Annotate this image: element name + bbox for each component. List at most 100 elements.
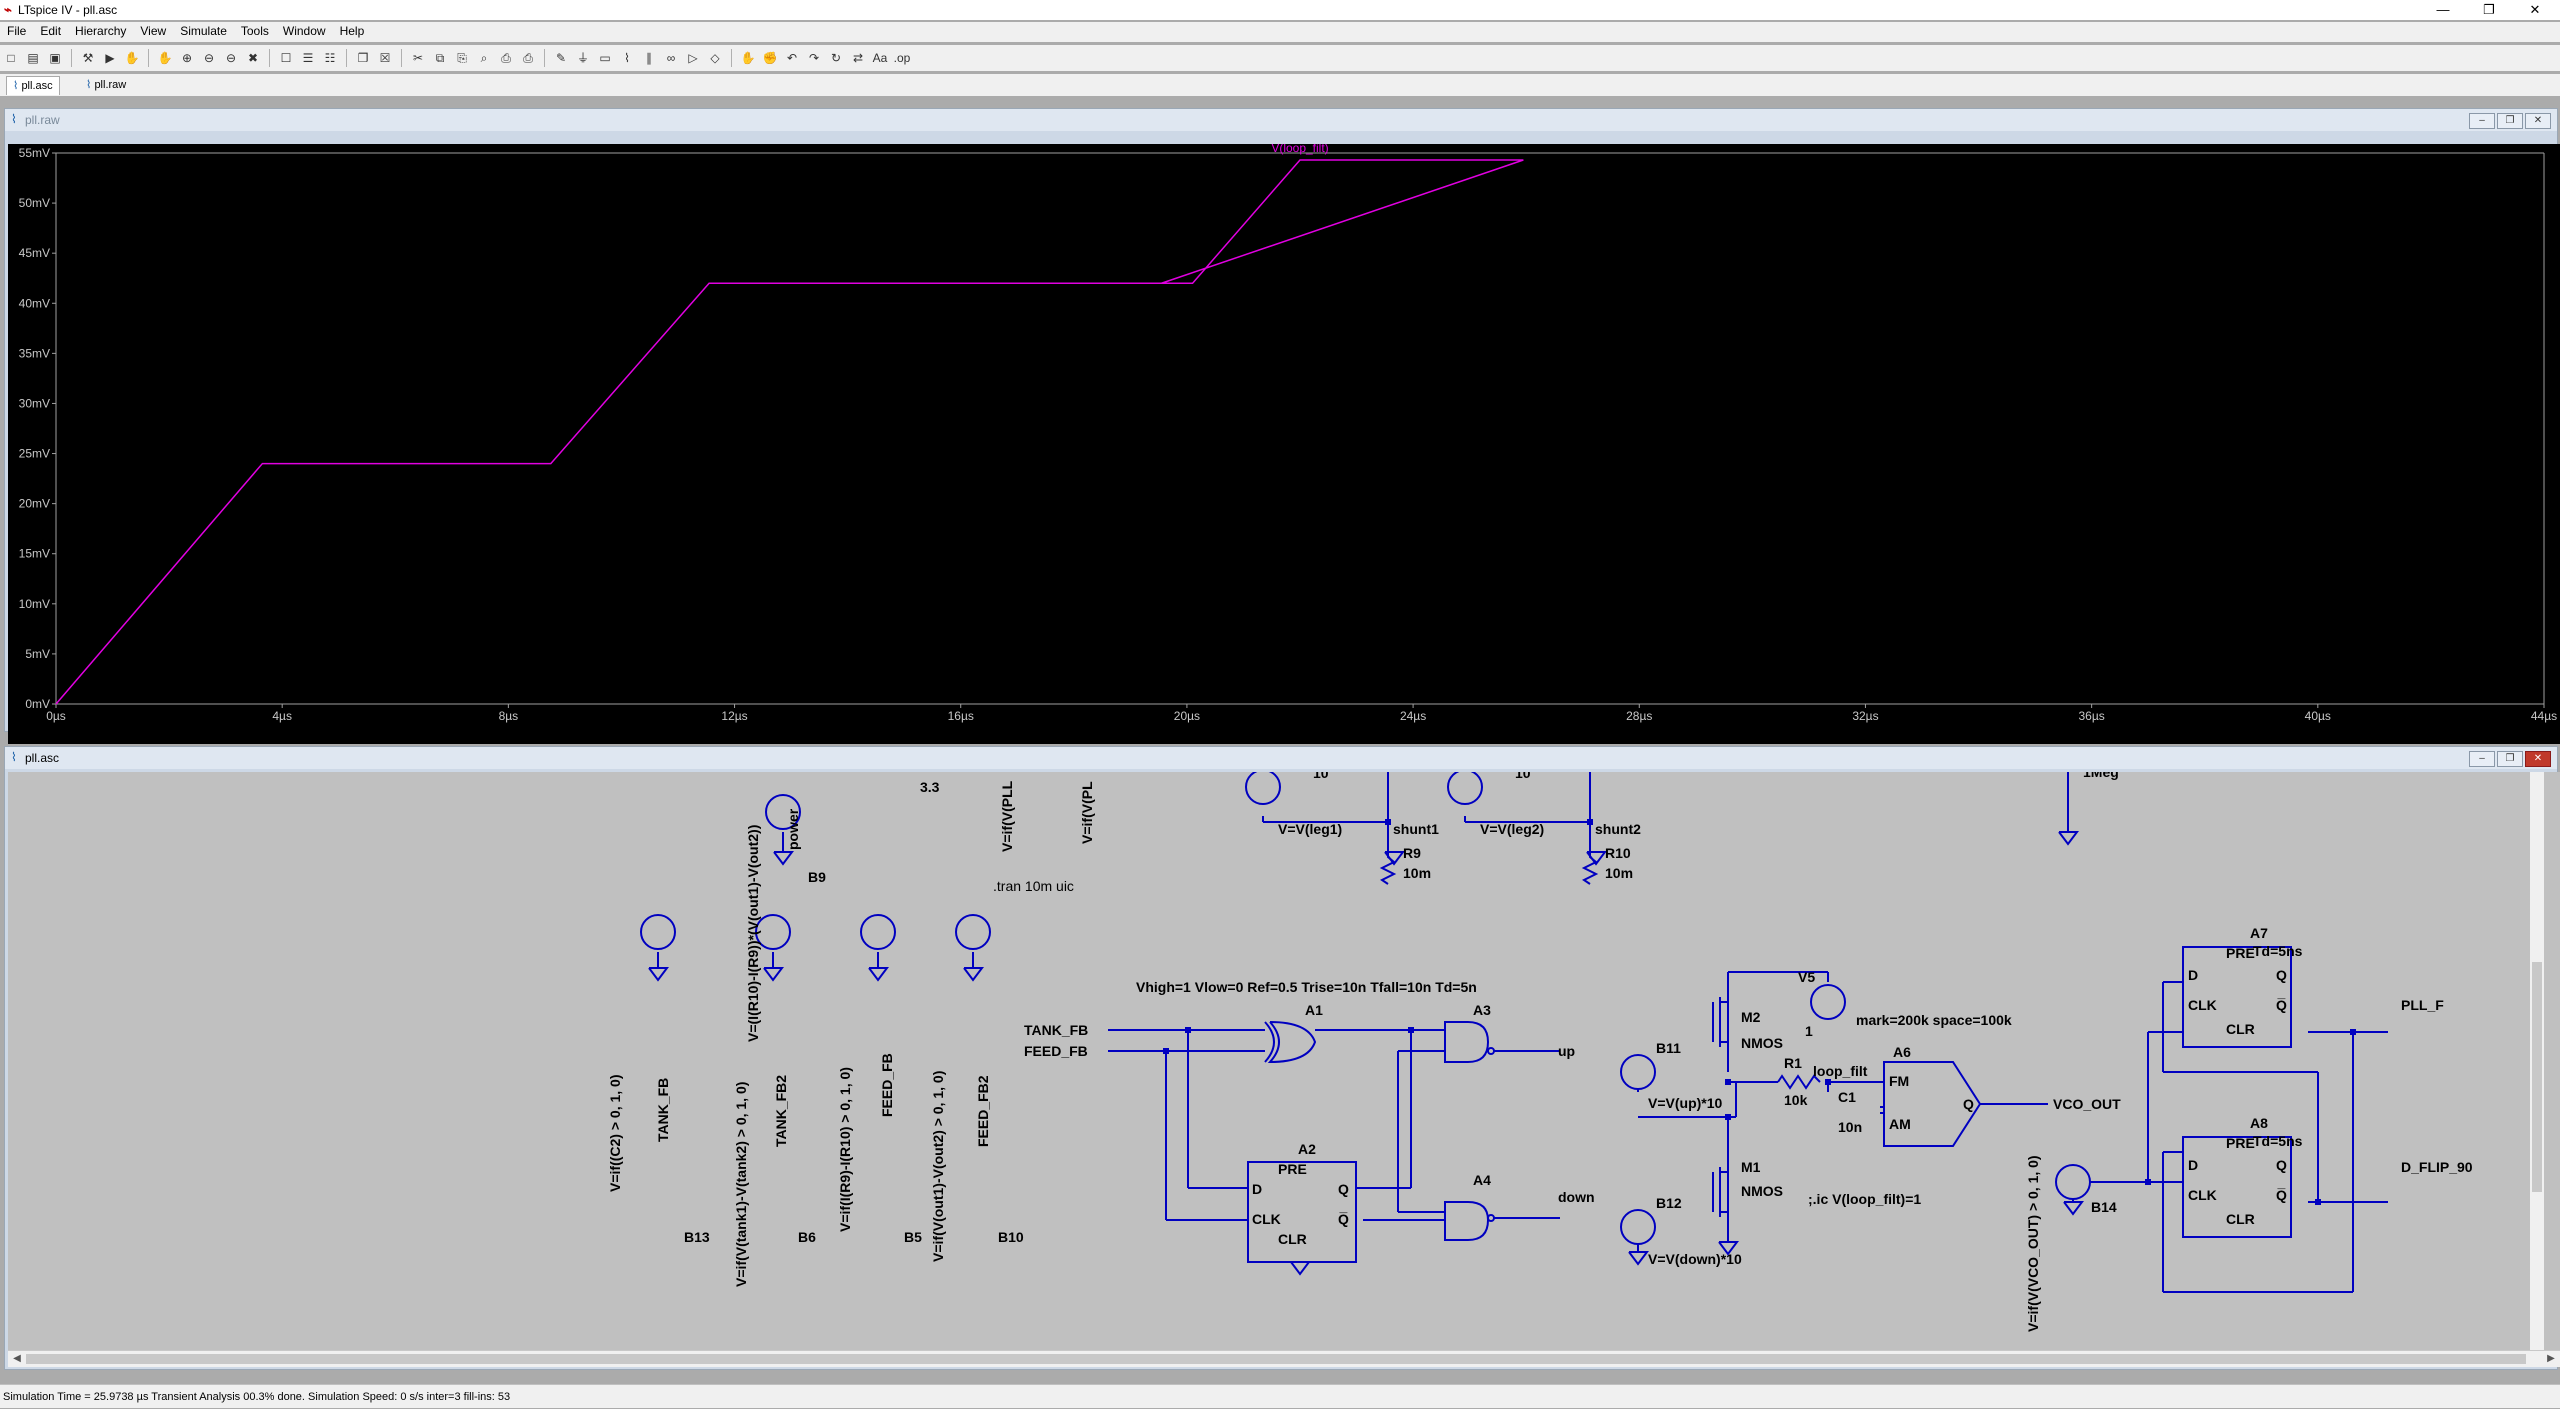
vleg1-expression: V=V(leg1)	[1278, 821, 1342, 837]
mirror-icon[interactable]: ⇄	[848, 48, 868, 68]
menu-simulate[interactable]: Simulate	[173, 22, 234, 38]
b11-label: B11	[1656, 1040, 1681, 1056]
a6-label: A6	[1893, 1044, 1911, 1060]
copy-icon[interactable]: ⧉	[430, 48, 450, 68]
schematic-vertical-scrollbar[interactable]	[2530, 772, 2544, 1350]
label-net-icon[interactable]: ▭	[595, 48, 615, 68]
cut-icon[interactable]: ✂	[408, 48, 428, 68]
x-tick-label: 0µs	[46, 709, 66, 723]
open-icon[interactable]: ▤	[23, 48, 43, 68]
waveform-minimize-button[interactable]: –	[2469, 113, 2495, 129]
print-preview-icon[interactable]: ⎙	[518, 48, 538, 68]
schematic-window-title: pll.asc	[25, 751, 60, 765]
cascade-icon[interactable]: ❐	[353, 48, 373, 68]
spice-directive-icon[interactable]: .op	[892, 48, 912, 68]
tran-directive[interactable]: .tran 10m uic	[993, 878, 1074, 894]
zoom-in-icon[interactable]: ⊕	[177, 48, 197, 68]
menu-file[interactable]: File	[0, 22, 33, 38]
print-icon[interactable]: ⎙	[496, 48, 516, 68]
r1-value: 10k	[1784, 1092, 1808, 1108]
menu-help[interactable]: Help	[333, 22, 372, 38]
schematic-minimize-button[interactable]: –	[2469, 751, 2495, 767]
waveform-close-button[interactable]: ✕	[2525, 113, 2551, 129]
b14-expression: V=if(V(VCO_OUT) > 0, 1, 0)	[2025, 1155, 2041, 1332]
find-icon[interactable]: ⌕	[474, 48, 494, 68]
minimize-button[interactable]: —	[2420, 0, 2466, 20]
status-bar: Simulation Time = 25.9738 µs Transient A…	[0, 1384, 2560, 1408]
diode-icon[interactable]: ▷	[683, 48, 703, 68]
menu-hierarchy[interactable]: Hierarchy	[68, 22, 133, 38]
toolbar-separator	[71, 49, 72, 67]
undo-icon[interactable]: ↶	[782, 48, 802, 68]
run-icon[interactable]: ▶	[100, 48, 120, 68]
pan-icon[interactable]: ✋	[155, 48, 175, 68]
schematic-horizontal-scrollbar[interactable]: ◀ ▶	[8, 1350, 2560, 1367]
tab-pll-raw[interactable]: ⌇ pll.raw	[80, 76, 132, 94]
a8-d-pin: D	[2188, 1157, 2198, 1173]
capacitor-icon[interactable]: ∥	[639, 48, 659, 68]
resistor-icon[interactable]: ⌇	[617, 48, 637, 68]
toolbar-separator	[731, 49, 732, 67]
r10-value: 10m	[1605, 865, 1633, 881]
schematic-close-button[interactable]: ✕	[2525, 751, 2551, 767]
window-title: LTspice IV - pll.asc	[18, 3, 118, 17]
waveform-plot[interactable]: 0mV 5mV 10mV 15mV 20mV 25mV 30mV 35mV 40mV 45mV 50…	[8, 141, 2560, 744]
c1-label: C1	[1838, 1089, 1856, 1105]
schematic-restore-button[interactable]: ❐	[2497, 751, 2523, 767]
close-button[interactable]: ✕	[2512, 0, 2558, 20]
tile-horizontal-icon[interactable]: ☰	[298, 48, 318, 68]
b12-expression: V=V(down)*10	[1648, 1251, 1742, 1267]
ic-directive[interactable]: ;.ic V(loop_filt)=1	[1808, 1191, 1921, 1207]
control-panel-icon[interactable]: ⚒	[78, 48, 98, 68]
halt-icon[interactable]: ✋	[122, 48, 142, 68]
a8-clr-pin: CLR	[2226, 1211, 2255, 1227]
xor-gate-a1	[1264, 1021, 1317, 1064]
r10-label: R10	[1605, 845, 1631, 861]
m1-label: M1	[1741, 1159, 1761, 1175]
x-tick-label: 12µs	[721, 709, 747, 723]
menu-view[interactable]: View	[133, 22, 173, 38]
y-tick-label: 10mV	[19, 597, 50, 611]
b6-label: B6	[798, 1229, 816, 1245]
autorange-icon[interactable]: ☐	[276, 48, 296, 68]
inductor-icon[interactable]: ∞	[661, 48, 681, 68]
scroll-right-icon[interactable]: ▶	[2544, 1352, 2558, 1366]
document-tabs: ⌇ pll.asc ⌇ pll.raw	[0, 74, 2560, 96]
a7-clk-pin: CLK	[2188, 997, 2217, 1013]
a8-td: Td=5ns	[2253, 1133, 2303, 1149]
move-icon[interactable]: ✋	[738, 48, 758, 68]
title-bar: ⌁ LTspice IV - pll.asc — ❐ ✕	[0, 0, 2560, 20]
schematic-icon: ⌇	[11, 750, 17, 764]
tile-vertical-icon[interactable]: ☷	[320, 48, 340, 68]
paste-icon[interactable]: ⎘	[452, 48, 472, 68]
zoom-out-icon[interactable]: ⊖	[221, 48, 241, 68]
menu-edit[interactable]: Edit	[33, 22, 68, 38]
text-icon[interactable]: Aa	[870, 48, 890, 68]
vscroll-thumb[interactable]	[2532, 962, 2542, 1192]
a7-clr-pin: CLR	[2226, 1021, 2255, 1037]
redo-icon[interactable]: ↷	[804, 48, 824, 68]
tab-pll-asc[interactable]: ⌇ pll.asc	[6, 76, 60, 95]
save-icon[interactable]: ▣	[45, 48, 65, 68]
close-window-icon[interactable]: ☒	[375, 48, 395, 68]
schematic-canvas[interactable]: V=if((C2) > 0, 1, 0) TANK_FB B13 V=if(V(…	[8, 764, 2560, 1350]
zoom-back-icon[interactable]: ⊖	[199, 48, 219, 68]
wire-icon[interactable]: ✎	[551, 48, 571, 68]
a2-d-pin: D	[1252, 1181, 1262, 1197]
scroll-left-icon[interactable]: ◀	[10, 1352, 24, 1366]
menu-tools[interactable]: Tools	[234, 22, 276, 38]
component-icon[interactable]: ◇	[705, 48, 725, 68]
zoom-fit-icon[interactable]: ✖	[243, 48, 263, 68]
maximize-button[interactable]: ❐	[2466, 0, 2512, 20]
toolbar-separator	[346, 49, 347, 67]
rotate-icon[interactable]: ↻	[826, 48, 846, 68]
a3-label: A3	[1473, 1002, 1491, 1018]
wires	[657, 772, 2388, 1293]
menu-window[interactable]: Window	[276, 22, 333, 38]
drag-icon[interactable]: ✊	[760, 48, 780, 68]
ground-icon[interactable]: ⏚	[573, 48, 593, 68]
pll-source-expression-1: V=if(V(PLL	[999, 780, 1015, 852]
hscroll-thumb[interactable]	[26, 1354, 2526, 1364]
waveform-restore-button[interactable]: ❐	[2497, 113, 2523, 129]
new-schematic-icon[interactable]: □	[1, 48, 21, 68]
